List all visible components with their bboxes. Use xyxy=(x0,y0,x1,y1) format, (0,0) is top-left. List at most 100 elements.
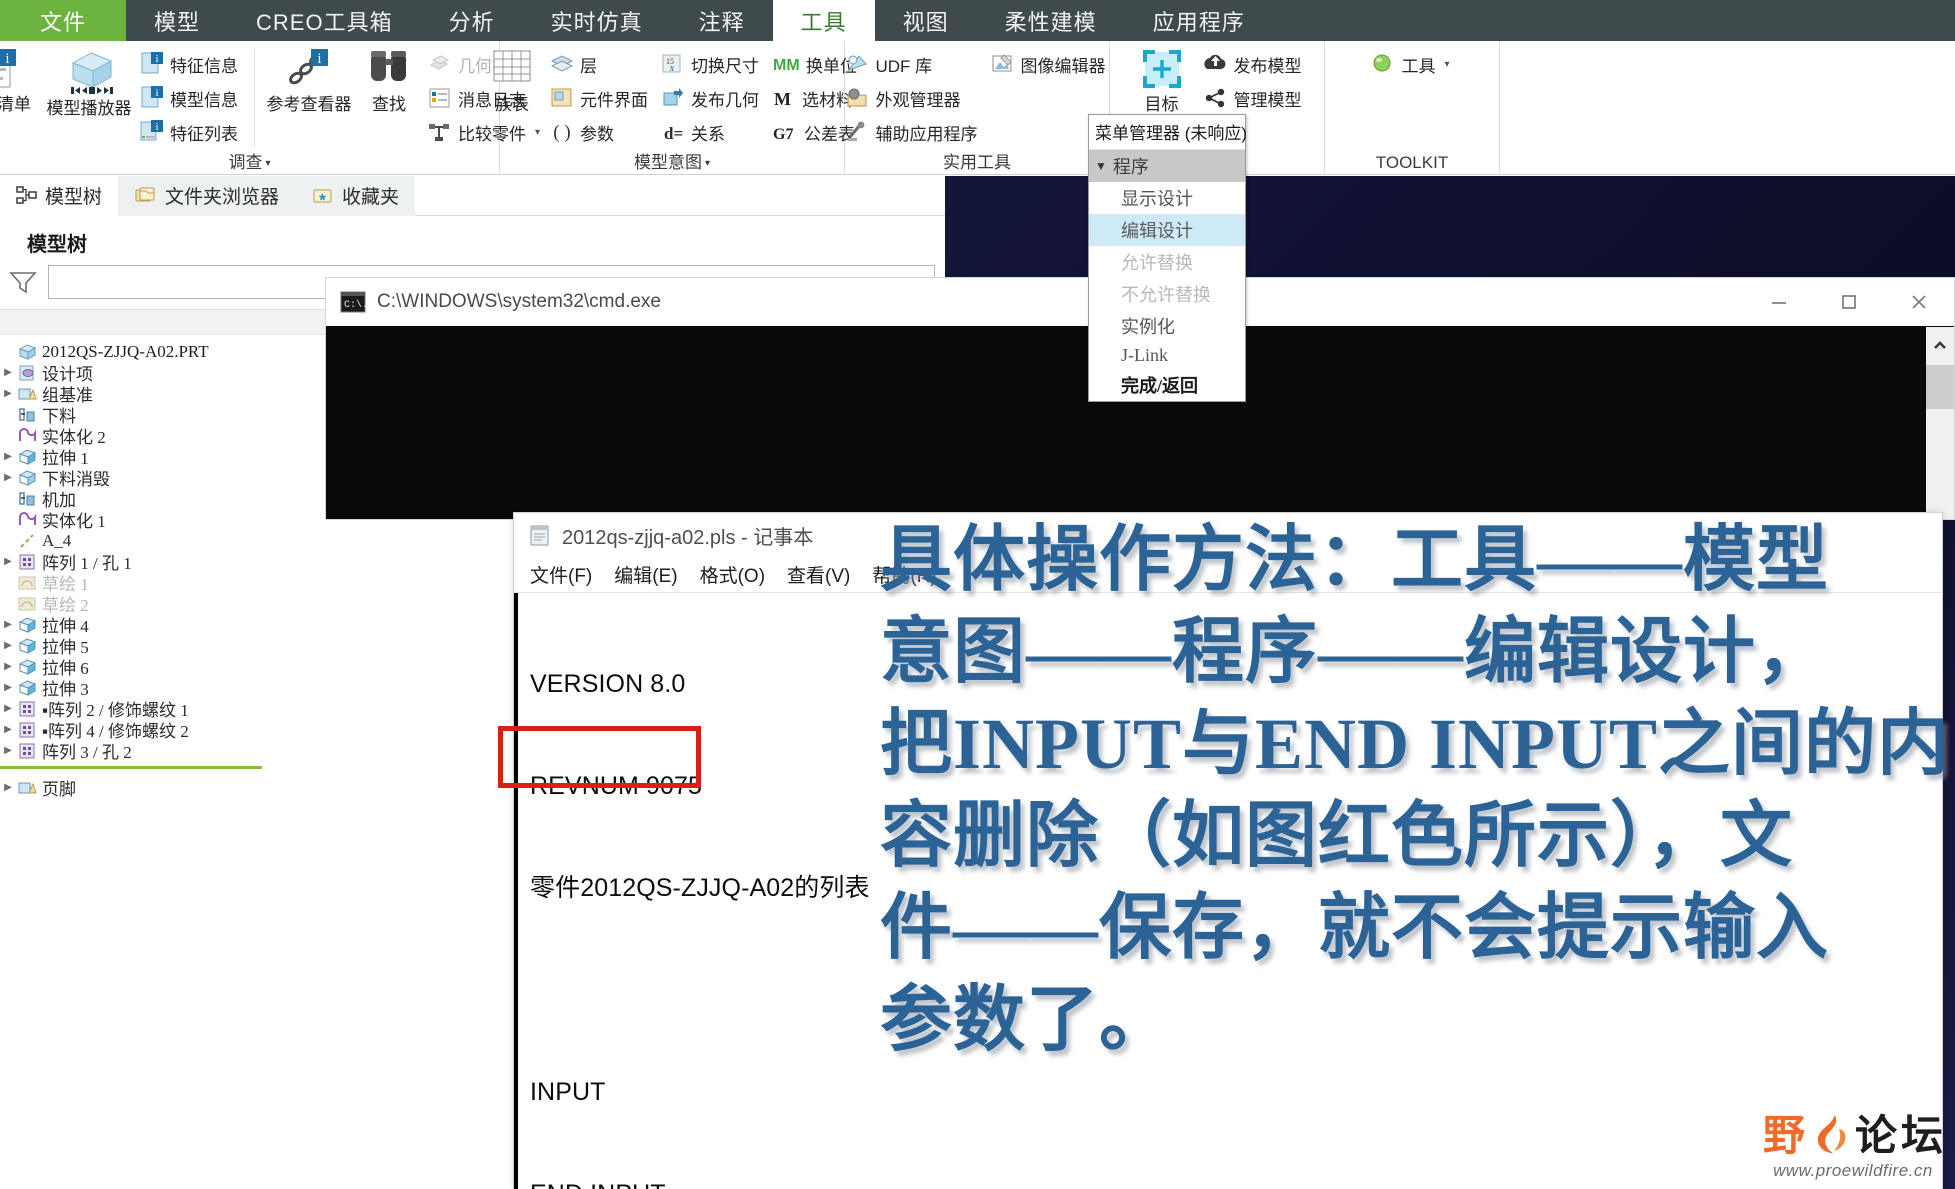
notepad-text-area[interactable]: VERSION 8.0 REVNUM 9075 零件2012QS-ZJJQ-A0… xyxy=(514,593,1942,1189)
button-manage-model[interactable]: 管理模型 xyxy=(1201,81,1308,115)
chevron-down-icon[interactable]: ▾ xyxy=(705,158,710,169)
appearance-manager-label: 外观管理器 xyxy=(875,90,961,110)
button-feature-list[interactable]: i 特征列表 xyxy=(137,115,244,149)
notepad-menu-help[interactable]: 帮助(H) xyxy=(872,561,936,588)
expand-arrow-icon[interactable]: ▶ xyxy=(0,388,16,399)
appearance-manager-icon xyxy=(845,86,871,110)
notepad-menu-format[interactable]: 格式(O) xyxy=(700,561,765,588)
cmd-scrollbar[interactable] xyxy=(1926,327,1954,519)
expand-arrow-icon[interactable]: ▶ xyxy=(0,782,16,793)
tab-file[interactable]: 文件 xyxy=(0,0,127,41)
cmd-scrollbar-thumb[interactable] xyxy=(1926,365,1954,409)
menu-item-show-design[interactable]: 显示设计 xyxy=(1089,182,1245,214)
button-switch-dimensions[interactable]: 15 x 切换尺寸 xyxy=(658,47,765,81)
tab-creo-toolbox-label: CREO工具箱 xyxy=(256,9,393,35)
design-item-icon xyxy=(16,364,38,382)
expand-arrow-icon[interactable]: ▶ xyxy=(0,367,16,378)
button-image-editor[interactable]: 图像编辑器 xyxy=(988,47,1112,81)
tab-flexible-modeling-label: 柔性建模 xyxy=(1004,9,1097,35)
button-toolkit-tools[interactable]: 工具 ▾ xyxy=(1368,47,1455,81)
tab-model[interactable]: 模型 xyxy=(126,0,228,41)
expand-arrow-icon[interactable]: ▶ xyxy=(0,451,16,462)
chevron-down-icon[interactable]: ▾ xyxy=(1444,59,1449,70)
pattern-icon xyxy=(16,742,38,760)
cmd-window-controls xyxy=(1744,278,1954,326)
cmd-close-button[interactable] xyxy=(1884,278,1954,326)
button-reference-viewer[interactable]: i 参考查看器 xyxy=(265,45,353,114)
tab-creo-toolbox[interactable]: CREO工具箱 xyxy=(228,0,421,41)
expand-arrow-icon[interactable]: ▶ xyxy=(0,661,16,672)
button-parameters[interactable]: ( ) 参数 xyxy=(547,115,654,149)
expand-arrow-icon[interactable]: ▶ xyxy=(0,640,16,651)
expand-arrow-icon[interactable]: ▶ xyxy=(0,682,16,693)
tab-flexible-modeling[interactable]: 柔性建模 xyxy=(977,0,1125,41)
utilities-column-a: UDF 库 外观管理器 辅助应用程序 xyxy=(843,45,984,149)
scroll-up-icon[interactable] xyxy=(1926,327,1954,365)
sketch-icon xyxy=(16,574,38,592)
expand-arrow-icon[interactable]: ▶ xyxy=(0,619,16,630)
menu-item-jlink[interactable]: J-Link xyxy=(1089,342,1245,369)
button-feature-info[interactable]: i 特征信息 xyxy=(137,47,244,81)
nav-tab-model-tree[interactable]: 模型树 xyxy=(0,175,119,216)
expand-arrow-icon[interactable]: ▶ xyxy=(0,472,16,483)
utilities-group-title: 实用工具 xyxy=(943,153,1011,172)
notepad-menu-file[interactable]: 文件(F) xyxy=(530,561,592,588)
tab-applications[interactable]: 应用程序 xyxy=(1125,0,1273,41)
tab-file-label: 文件 xyxy=(40,9,87,35)
flame-icon xyxy=(1809,1113,1851,1159)
manage-model-icon xyxy=(1203,86,1229,110)
button-auxiliary-apps[interactable]: 辅助应用程序 xyxy=(843,115,984,149)
chevron-down-icon[interactable]: ▾ xyxy=(265,158,270,169)
menu-manager-program-header[interactable]: ▼ 程序 xyxy=(1089,150,1245,182)
button-udf-library[interactable]: UDF 库 xyxy=(843,47,984,81)
button-model-info[interactable]: i 模型信息 xyxy=(137,81,244,115)
tab-realtime-sim[interactable]: 实时仿真 xyxy=(523,0,671,41)
cmd-minimize-button[interactable] xyxy=(1744,278,1814,326)
parameters-icon: ( ) xyxy=(549,120,575,144)
insert-here-indicator[interactable] xyxy=(0,766,262,769)
menu-item-edit-design[interactable]: 编辑设计 xyxy=(1089,214,1245,246)
pattern-icon xyxy=(16,553,38,571)
button-component-interface[interactable]: 元件界面 xyxy=(547,81,654,115)
expand-arrow-icon[interactable]: ▶ xyxy=(0,724,16,735)
notepad-menu-edit[interactable]: 编辑(E) xyxy=(614,561,677,588)
reference-viewer-label: 参考查看器 xyxy=(266,95,352,114)
tree-item-label: 实体化 1 xyxy=(42,512,106,531)
manage-model-label: 管理模型 xyxy=(1233,90,1302,110)
blanking-icon xyxy=(16,406,38,424)
expand-arrow-icon[interactable]: ▶ xyxy=(0,556,16,567)
publish-model-icon xyxy=(1203,52,1229,76)
button-relations[interactable]: d= 关系 xyxy=(658,115,765,149)
ribbon-group-empty xyxy=(1500,41,1955,175)
notepad-left-gutter xyxy=(514,593,518,1189)
notepad-title-bar[interactable]: 2012qs-zjjq-a02.pls - 记事本 xyxy=(514,513,1942,557)
button-publish-model[interactable]: 发布模型 xyxy=(1201,47,1308,81)
bom-icon: i xyxy=(0,47,20,93)
button-family-table[interactable]: 族表 xyxy=(481,45,543,114)
button-publish-geometry[interactable]: 发布几何 xyxy=(658,81,765,115)
filter-icon[interactable] xyxy=(8,269,38,295)
watermark-logo: 野 论 坛 www.proewildfire.cn xyxy=(1763,1113,1943,1181)
menu-item-instantiate[interactable]: 实例化 xyxy=(1089,310,1245,342)
button-bill-of-materials[interactable]: i 物料清单 xyxy=(0,45,41,114)
tree-item-label: A_4 xyxy=(42,530,72,550)
tab-analysis[interactable]: 分析 xyxy=(421,0,523,41)
expand-arrow-icon[interactable]: ▶ xyxy=(0,745,16,756)
tab-tools[interactable]: 工具 xyxy=(772,0,875,41)
button-model-player[interactable]: 模型播放器 xyxy=(45,45,133,118)
nav-tab-favorites[interactable]: 收藏夹 xyxy=(295,175,416,216)
tab-view-label: 视图 xyxy=(902,9,949,35)
notepad-menu-view[interactable]: 查看(V) xyxy=(787,561,850,588)
expand-arrow-icon[interactable]: ▶ xyxy=(0,703,16,714)
button-appearance-manager[interactable]: 外观管理器 xyxy=(843,81,984,115)
menu-item-done-return[interactable]: 完成/返回 xyxy=(1089,369,1245,401)
button-target[interactable]: 目标 xyxy=(1127,45,1197,114)
button-layers[interactable]: 层 xyxy=(547,47,654,81)
nav-tab-folder-browser[interactable]: 文件夹浏览器 xyxy=(118,175,296,216)
tab-view[interactable]: 视图 xyxy=(875,0,977,41)
button-find[interactable]: 查找 xyxy=(357,45,421,114)
model-info-icon: i xyxy=(139,85,165,111)
tab-annotation[interactable]: 注释 xyxy=(671,0,773,41)
extrude-icon xyxy=(16,637,38,655)
cmd-maximize-button[interactable] xyxy=(1814,278,1884,326)
